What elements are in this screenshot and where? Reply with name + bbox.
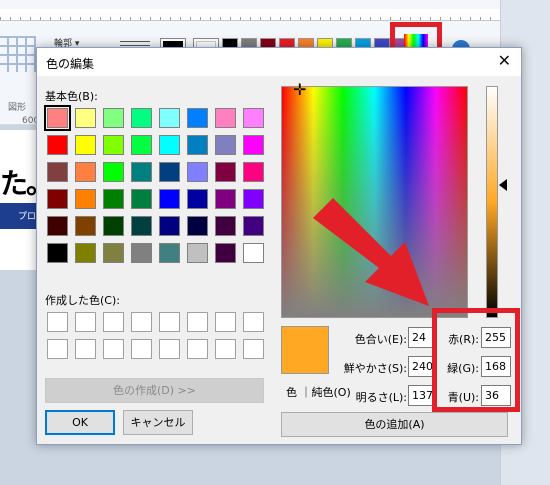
basic-color-swatch[interactable] [103, 243, 124, 263]
basic-color-swatch[interactable] [243, 243, 264, 263]
custom-color-swatch[interactable] [47, 339, 68, 359]
custom-color-swatch[interactable] [159, 312, 180, 332]
basic-color-swatch[interactable] [215, 135, 236, 155]
custom-color-swatch[interactable] [131, 312, 152, 332]
custom-color-swatch[interactable] [75, 312, 96, 332]
annotation-arrow-icon [313, 198, 429, 306]
basic-color-swatch[interactable] [75, 216, 96, 236]
basic-color-swatch[interactable] [103, 108, 124, 128]
custom-color-swatch[interactable] [187, 339, 208, 359]
dialog-titlebar[interactable]: 色の編集 ✕ [37, 48, 521, 76]
basic-color-swatch[interactable] [75, 135, 96, 155]
basic-color-swatch[interactable] [131, 108, 152, 128]
basic-color-swatch[interactable] [215, 162, 236, 182]
basic-color-swatch[interactable] [187, 108, 208, 128]
basic-color-swatch[interactable] [131, 135, 152, 155]
basic-color-swatch[interactable] [75, 243, 96, 263]
saturation-label: 鮮やかさ(S): [343, 362, 407, 375]
basic-color-swatch[interactable] [187, 189, 208, 209]
basic-color-swatch[interactable] [243, 216, 264, 236]
basic-color-swatch[interactable] [243, 189, 264, 209]
basic-color-swatch[interactable] [131, 189, 152, 209]
basic-color-swatch[interactable] [187, 243, 208, 263]
basic-color-swatch[interactable] [243, 162, 264, 182]
close-icon[interactable]: ✕ [498, 52, 511, 70]
canvas-bar-text: プロ [18, 212, 37, 222]
basic-color-swatch[interactable] [159, 135, 180, 155]
ok-button[interactable]: OK [45, 410, 115, 435]
basic-color-swatch[interactable] [44, 105, 71, 131]
basic-color-swatch[interactable] [47, 243, 68, 263]
add-to-custom-colors-button[interactable]: 色の追加(A) [281, 412, 508, 437]
shapes-gallery[interactable] [0, 36, 36, 72]
custom-color-swatch[interactable] [131, 339, 152, 359]
custom-color-swatch[interactable] [103, 312, 124, 332]
basic-color-swatch[interactable] [75, 108, 96, 128]
saturation-field[interactable]: 240 [408, 356, 434, 377]
dialog-title: 色の編集 [46, 57, 95, 71]
custom-color-swatch[interactable] [159, 339, 180, 359]
basic-color-swatch[interactable] [131, 243, 152, 263]
basic-color-swatch[interactable] [243, 108, 264, 128]
basic-color-swatch[interactable] [215, 243, 236, 263]
basic-colors-label: 基本色(B): [45, 90, 98, 103]
shapes-label: 図形 [8, 103, 27, 113]
color-preview [281, 326, 329, 374]
ruler [0, 9, 500, 21]
basic-color-swatch[interactable] [75, 189, 96, 209]
custom-color-swatch[interactable] [103, 339, 124, 359]
rgb-values-highlight [432, 308, 520, 412]
custom-color-swatch[interactable] [187, 312, 208, 332]
define-custom-colors-button[interactable]: 色の作成(D) >> [45, 378, 264, 403]
custom-color-swatch[interactable] [75, 339, 96, 359]
hue-field[interactable]: 24 [408, 327, 434, 348]
luminance-label: 明るさ(L): [355, 391, 407, 404]
custom-colors-label: 作成した色(C): [45, 294, 120, 307]
custom-color-swatch[interactable] [215, 339, 236, 359]
hue-label: 色合い(E): [354, 333, 407, 346]
basic-color-swatch[interactable] [215, 108, 236, 128]
luminance-bar[interactable] [486, 86, 498, 318]
basic-color-swatch[interactable] [47, 135, 68, 155]
canvas-bar: プロ [0, 203, 40, 229]
basic-color-swatch[interactable] [159, 189, 180, 209]
basic-color-swatch[interactable] [187, 216, 208, 236]
basic-color-swatch[interactable] [47, 216, 68, 236]
basic-color-swatch[interactable] [131, 216, 152, 236]
basic-color-swatch[interactable] [103, 162, 124, 182]
basic-color-swatch[interactable] [75, 162, 96, 182]
custom-color-swatch[interactable] [243, 312, 264, 332]
basic-colors-grid [44, 105, 264, 263]
cancel-button[interactable]: キャンセル [123, 410, 193, 435]
basic-color-swatch[interactable] [159, 108, 180, 128]
custom-color-swatch[interactable] [215, 312, 236, 332]
luminance-field[interactable]: 137 [408, 385, 434, 406]
basic-color-swatch[interactable] [47, 189, 68, 209]
basic-color-swatch[interactable] [159, 162, 180, 182]
basic-color-swatch[interactable] [131, 162, 152, 182]
basic-color-swatch[interactable] [187, 135, 208, 155]
basic-color-swatch[interactable] [103, 216, 124, 236]
custom-colors-grid [47, 312, 264, 359]
custom-color-swatch[interactable] [47, 312, 68, 332]
crosshair-icon[interactable]: ✛ [293, 82, 306, 98]
basic-color-swatch[interactable] [215, 216, 236, 236]
basic-color-swatch[interactable] [159, 243, 180, 263]
basic-color-swatch[interactable] [103, 135, 124, 155]
basic-color-swatch[interactable] [187, 162, 208, 182]
basic-color-swatch[interactable] [103, 189, 124, 209]
basic-color-swatch[interactable] [159, 216, 180, 236]
custom-color-swatch[interactable] [243, 339, 264, 359]
luminance-arrow-icon[interactable] [499, 179, 507, 191]
basic-color-swatch[interactable] [243, 135, 264, 155]
basic-color-swatch[interactable] [215, 189, 236, 209]
basic-color-swatch[interactable] [47, 162, 68, 182]
